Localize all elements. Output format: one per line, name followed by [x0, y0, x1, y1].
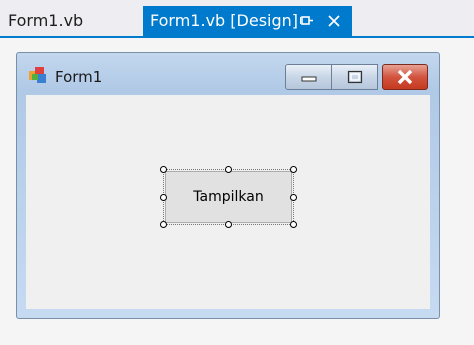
maximize-icon: [347, 70, 362, 84]
close-button[interactable]: [382, 64, 428, 90]
form-window[interactable]: Form1 Tampilkan: [16, 52, 440, 319]
designer-surface: Form1 Tampilkan: [0, 38, 474, 345]
resize-handle-top-left[interactable]: [160, 166, 167, 173]
resize-handle-left[interactable]: [160, 194, 167, 201]
resize-handle-top-right[interactable]: [290, 166, 297, 173]
tab-form1-vb[interactable]: Form1.vb: [0, 6, 143, 36]
tab-label: Form1.vb: [8, 11, 84, 30]
resize-handle-top[interactable]: [225, 166, 232, 173]
close-icon[interactable]: [326, 13, 342, 29]
form-title: Form1: [55, 68, 103, 86]
form-app-icon: [29, 67, 46, 83]
resize-handle-bottom[interactable]: [225, 221, 232, 228]
resize-handle-bottom-right[interactable]: [290, 221, 297, 228]
document-tab-strip: Form1.vb Form1.vb [Design]: [0, 0, 474, 38]
close-icon: [397, 69, 413, 85]
tab-label: Form1.vb [Design]: [150, 11, 299, 30]
minimize-icon: [301, 76, 316, 82]
form-client-area: Tampilkan: [26, 95, 430, 309]
tampilkan-button[interactable]: Tampilkan: [165, 171, 292, 223]
resize-handle-bottom-left[interactable]: [160, 221, 167, 228]
pin-icon[interactable]: [300, 14, 314, 28]
minimize-button[interactable]: [285, 64, 332, 90]
maximize-button[interactable]: [332, 64, 378, 90]
resize-handle-right[interactable]: [290, 194, 297, 201]
tab-form1-design[interactable]: Form1.vb [Design]: [143, 6, 352, 36]
